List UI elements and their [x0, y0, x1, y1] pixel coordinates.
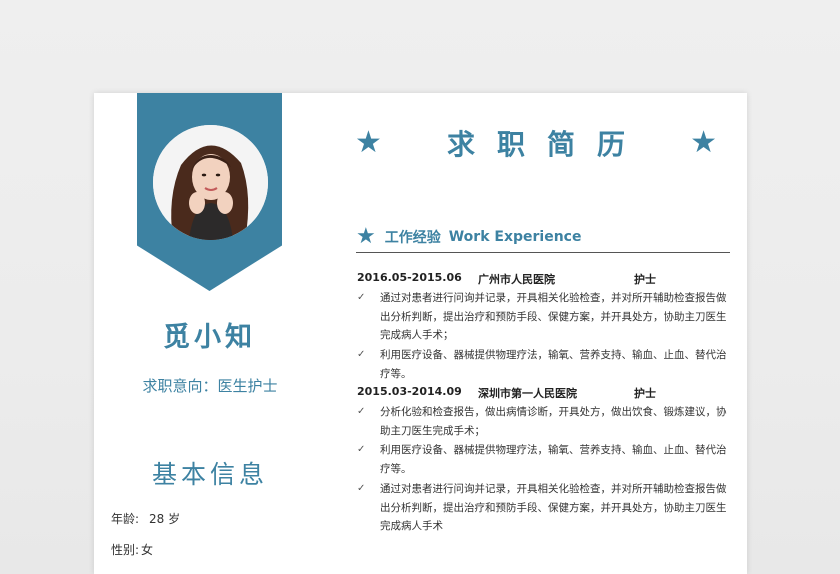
basic-info-title: 基本信息 — [151, 460, 268, 489]
candidate-name: 觅小知 — [163, 322, 256, 353]
job-role: 护士 — [634, 387, 656, 400]
profile-photo — [153, 125, 268, 240]
age-label: 年龄: — [111, 512, 140, 526]
check-icon: ✓ — [357, 406, 366, 417]
job-period: 2016.05-2015.06 — [357, 271, 462, 284]
work-experience-header: ★ 工作经验 Work Experience — [356, 222, 730, 253]
check-icon: ✓ — [357, 444, 366, 455]
job-duty: ✓ 利用医疗设备、器械提供物理疗法，输氧、营养支持、输血、止血、替代治疗等。 — [357, 441, 729, 478]
job-company: 广州市人民医院 — [478, 273, 555, 286]
info-row-gender: 性别: 女 — [111, 541, 153, 558]
check-icon: ✓ — [357, 483, 366, 494]
gender-value: 女 — [141, 543, 154, 557]
job-duty: ✓ 分析化验和检查报告，做出病情诊断，开具处方，做出饮食、锻炼建议，协助主刀医生… — [357, 403, 729, 440]
resume-title: 求职简历 — [446, 128, 647, 161]
star-icon: ★ — [690, 125, 717, 160]
gender-label: 性别: — [111, 543, 140, 557]
info-row-age: 年龄: 28 岁 — [111, 510, 180, 527]
star-icon: ★ — [356, 224, 376, 249]
job-role: 护士 — [634, 273, 656, 286]
job-intent: 求职意向：医生护士 — [142, 377, 278, 395]
resume-title-bar: ★ 求职简历 ★ — [355, 123, 717, 163]
duty-text: 利用医疗设备、器械提供物理疗法，输氧、营养支持、输血、止血、替代治疗等。 — [380, 349, 727, 380]
check-icon: ✓ — [357, 349, 366, 360]
check-icon: ✓ — [357, 292, 366, 303]
age-value: 28 岁 — [149, 512, 181, 526]
job-duty: ✓ 利用医疗设备、器械提供物理疗法，输氧、营养支持、输血、止血、替代治疗等。 — [357, 346, 729, 383]
job-duty: ✓ 通过对患者进行问询并记录，开具相关化验检查，并对所开辅助检查报告做出分析判断… — [357, 289, 729, 345]
job-period: 2015.03-2014.09 — [357, 385, 462, 398]
job-company: 深圳市第一人民医院 — [478, 387, 577, 400]
job-duty: ✓ 通过对患者进行问询并记录，开具相关化验检查，并对所开辅助检查报告做出分析判断… — [357, 480, 729, 536]
duty-text: 分析化验和检查报告，做出病情诊断，开具处方，做出饮食、锻炼建议，协助主刀医生完成… — [380, 406, 727, 437]
duty-text: 通过对患者进行问询并记录，开具相关化验检查，并对所开辅助检查报告做出分析判断，提… — [380, 483, 727, 533]
duty-text: 利用医疗设备、器械提供物理疗法，输氧、营养支持、输血、止血、替代治疗等。 — [380, 444, 727, 475]
star-icon: ★ — [355, 125, 382, 160]
work-experience-title-en: Work Experience — [448, 229, 582, 245]
work-experience-title-zh: 工作经验 — [384, 230, 441, 246]
duty-text: 通过对患者进行问询并记录，开具相关化验检查，并对所开辅助检查报告做出分析判断，提… — [380, 292, 727, 342]
